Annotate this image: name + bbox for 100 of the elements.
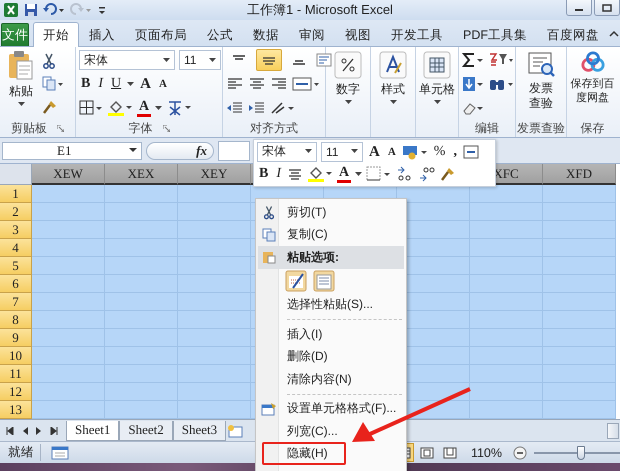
first-sheet-icon[interactable] [6, 426, 14, 434]
menu-item[interactable]: 插入(I) [258, 323, 404, 346]
ribbon-tab[interactable]: PDF工具集 [453, 23, 537, 46]
grid-cell[interactable] [32, 203, 105, 221]
format-icon[interactable] [462, 144, 479, 159]
scissors-icon[interactable] [42, 53, 56, 69]
borders-icon[interactable] [366, 166, 392, 182]
row-header[interactable]: 7 [0, 293, 32, 311]
orientation-icon[interactable] [270, 101, 296, 115]
accounting-format-icon[interactable] [402, 144, 428, 160]
align-center-icon[interactable] [248, 77, 266, 91]
italic-button[interactable]: I [96, 75, 106, 93]
scrollbar-thumb[interactable] [607, 422, 619, 438]
caret-icon[interactable] [355, 172, 362, 177]
save-to-cloud-button[interactable]: 保存到百度网盘 [567, 49, 618, 107]
caret-icon[interactable] [127, 82, 134, 86]
last-sheet-icon[interactable] [50, 426, 58, 434]
menu-item[interactable]: 剪切(T) [258, 201, 404, 224]
grid-cell[interactable] [32, 293, 105, 311]
grid-cell[interactable] [32, 311, 105, 329]
grid-cell[interactable] [32, 347, 105, 365]
comma-button[interactable]: , [451, 142, 459, 161]
grid-cell[interactable] [32, 185, 105, 203]
row-header[interactable]: 9 [0, 329, 32, 347]
borders-icon[interactable] [79, 100, 103, 116]
ribbon-tab[interactable]: 开发工具 [381, 23, 453, 46]
shrink-font-button[interactable]: A [386, 142, 398, 161]
menu-item[interactable]: 列宽(C)... [258, 420, 404, 442]
select-all-button[interactable] [0, 164, 32, 185]
column-header[interactable]: XEX [105, 164, 178, 185]
font-color-button[interactable]: A [337, 165, 352, 184]
row-header[interactable]: 12 [0, 383, 32, 401]
redo-icon[interactable] [70, 3, 92, 17]
grid-cell[interactable] [543, 257, 616, 275]
menu-item[interactable]: 隐藏(H) [258, 442, 404, 465]
grid-cell[interactable] [32, 239, 105, 257]
paste-icon[interactable] [313, 270, 335, 292]
fill-color-icon[interactable] [107, 99, 133, 117]
align-right-icon[interactable] [270, 77, 288, 91]
grid-cell[interactable] [543, 329, 616, 347]
grid-cell[interactable] [178, 401, 251, 419]
fill-color-icon[interactable] [307, 165, 334, 184]
ribbon-tab[interactable]: 百度网盘 [537, 23, 609, 46]
wrap-text-icon[interactable] [316, 53, 334, 67]
styles-button[interactable]: 样式 [374, 49, 412, 107]
row-header[interactable]: 5 [0, 257, 32, 275]
grid-cell[interactable] [32, 329, 105, 347]
grid-cell[interactable] [543, 383, 616, 401]
grid-cell[interactable] [32, 257, 105, 275]
name-box[interactable]: E1 [2, 142, 142, 160]
dialog-launcher-icon[interactable] [162, 125, 170, 132]
decrease-decimal-icon[interactable] [418, 166, 436, 182]
previous-sheet-icon[interactable] [22, 426, 28, 434]
grid-cell[interactable] [543, 347, 616, 365]
increase-indent-icon[interactable] [248, 101, 266, 115]
ribbon-tab[interactable]: 视图 [335, 23, 381, 46]
merge-center-icon[interactable] [292, 77, 320, 91]
font-name-field[interactable]: 宋体 [257, 142, 317, 162]
grid-cell[interactable] [543, 311, 616, 329]
maximize-button[interactable] [594, 0, 620, 16]
grid-cell[interactable] [105, 185, 178, 203]
row-header[interactable]: 6 [0, 275, 32, 293]
ribbon-tab[interactable]: 插入 [79, 23, 125, 46]
italic-button[interactable]: I [274, 165, 284, 184]
shrink-font-button[interactable]: A [156, 75, 169, 93]
column-header[interactable]: XEW [32, 164, 105, 185]
grid-cell[interactable] [543, 239, 616, 257]
ribbon-tab[interactable]: 页面布局 [125, 23, 197, 46]
menu-item[interactable]: 选择性粘贴(S)... [258, 294, 404, 316]
excel-logo-icon[interactable] [3, 2, 19, 18]
grid-cell[interactable] [543, 221, 616, 239]
sheet-tab[interactable]: Sheet2 [119, 420, 173, 440]
column-header[interactable]: XFD [543, 164, 616, 185]
paste-formatting-icon[interactable] [285, 270, 307, 292]
minimize-button[interactable] [566, 0, 592, 16]
grid-cell[interactable] [470, 383, 543, 401]
number-button[interactable]: 数字 [329, 49, 367, 107]
grid-cell[interactable] [543, 203, 616, 221]
font-size-field[interactable]: 11 [321, 142, 363, 162]
row-header[interactable]: 2 [0, 203, 32, 221]
next-sheet-icon[interactable] [36, 426, 42, 434]
bold-button[interactable]: B [79, 75, 92, 93]
underline-button[interactable]: U [109, 75, 124, 93]
grid-cell[interactable] [543, 365, 616, 383]
align-left-icon[interactable] [226, 77, 244, 91]
row-header[interactable]: 1 [0, 185, 32, 203]
collapse-ribbon-icon[interactable] [609, 29, 619, 39]
grid-cell[interactable] [32, 401, 105, 419]
row-header[interactable]: 11 [0, 365, 32, 383]
new-sheet-icon[interactable] [226, 424, 244, 438]
ribbon-tab[interactable]: 开始 [33, 22, 79, 47]
ribbon-tab[interactable]: 公式 [197, 23, 243, 46]
row-header[interactable]: 13 [0, 401, 32, 419]
fill-down-icon[interactable] [462, 76, 484, 92]
copy-icon[interactable] [42, 76, 64, 92]
dialog-launcher-icon[interactable] [57, 125, 64, 132]
phonetic-guide-icon[interactable] [166, 99, 192, 117]
paste-button[interactable]: 粘贴 [3, 49, 39, 109]
grid-cell[interactable] [32, 365, 105, 383]
font-size-field[interactable]: 11 [179, 50, 221, 70]
